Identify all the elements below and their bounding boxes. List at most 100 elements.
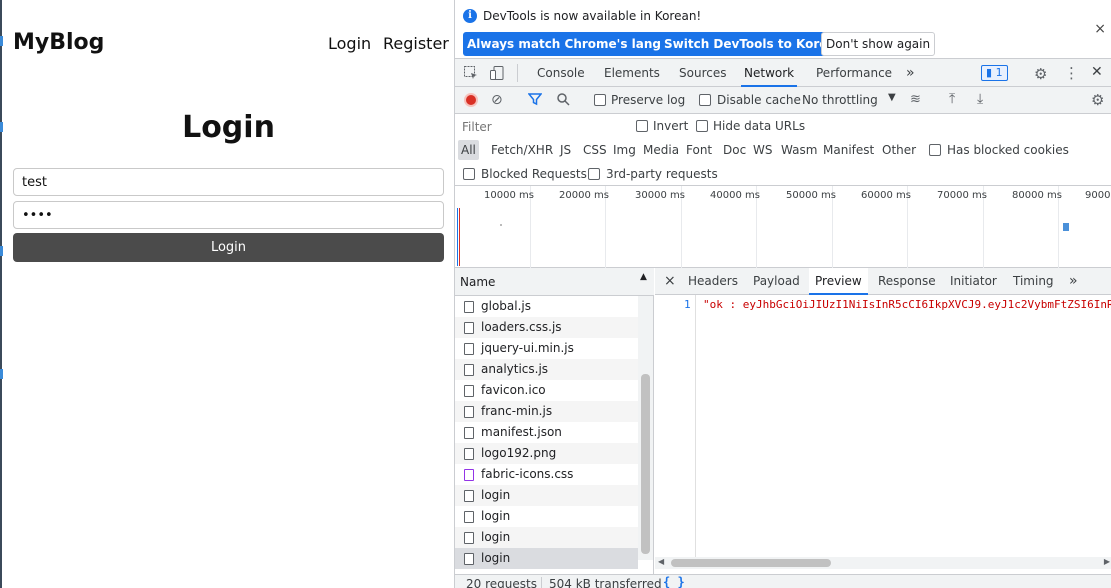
login-submit-button[interactable]: Login [13, 233, 444, 262]
network-settings-gear-icon[interactable]: ⚙ [1091, 91, 1104, 109]
file-icon [464, 553, 474, 565]
invert-checkbox[interactable] [636, 120, 648, 132]
message-icon: ▮ [986, 66, 993, 79]
list-item[interactable]: manifest.json [455, 422, 638, 443]
list-item[interactable]: login [455, 506, 638, 527]
list-item[interactable]: jquery-ui.min.js [455, 338, 638, 359]
tab-network[interactable]: Network [741, 59, 798, 87]
type-filter-wasm[interactable]: Wasm [778, 140, 820, 160]
device-toolbar-icon[interactable] [489, 65, 505, 85]
tab-payload[interactable]: Payload [753, 268, 800, 295]
filter-input[interactable] [459, 117, 621, 137]
list-item[interactable]: global.js [455, 296, 638, 317]
type-filter-ws[interactable]: WS [750, 140, 775, 160]
type-filter-font[interactable]: Font [683, 140, 715, 160]
clear-icon[interactable]: ⊘ [491, 92, 503, 108]
third-party-checkbox[interactable] [588, 168, 600, 180]
switch-to-korean-button[interactable]: Switch DevTools to Korean [660, 32, 849, 56]
tab-console[interactable]: Console [535, 59, 587, 87]
list-item[interactable]: favicon.ico [455, 380, 638, 401]
has-blocked-cookies-checkbox[interactable] [929, 144, 941, 156]
disable-cache-checkbox[interactable] [699, 94, 711, 106]
file-icon [464, 322, 474, 334]
network-timeline[interactable]: 10000 ms 20000 ms 30000 ms 40000 ms 5000… [455, 186, 1111, 268]
chevron-down-icon[interactable]: ▼ [888, 92, 896, 103]
type-filter-img[interactable]: Img [610, 140, 639, 160]
close-detail-icon[interactable]: × [664, 268, 676, 295]
list-item[interactable]: fabric-icons.css [455, 464, 638, 485]
nav-login-link[interactable]: Login [328, 34, 371, 53]
inspect-element-icon[interactable] [463, 65, 479, 85]
scrollbar-thumb[interactable] [641, 374, 650, 554]
pretty-print-icon[interactable]: { } [663, 575, 685, 588]
type-filter-other[interactable]: Other [879, 140, 919, 160]
sort-arrow-icon: ▲ [640, 272, 647, 282]
blocked-requests-label: Blocked Requests [481, 167, 587, 181]
tab-performance[interactable]: Performance [814, 59, 894, 87]
nav-register-link[interactable]: Register [383, 34, 449, 53]
list-item[interactable]: loaders.css.js [455, 317, 638, 338]
list-item[interactable]: franc-min.js [455, 401, 638, 422]
export-har-icon[interactable]: ⤓ [977, 91, 983, 107]
kebab-menu-icon[interactable]: ⋮ [1064, 64, 1079, 82]
horizontal-scrollbar[interactable]: ◀ ▶ [655, 557, 1111, 569]
invert-label: Invert [653, 119, 689, 133]
filter-funnel-icon[interactable] [527, 92, 543, 110]
has-blocked-cookies-label: Has blocked cookies [947, 143, 1069, 157]
hide-data-urls-label: Hide data URLs [713, 119, 806, 133]
tab-sources[interactable]: Sources [677, 59, 728, 87]
list-item[interactable]: analytics.js [455, 359, 638, 380]
scroll-left-icon[interactable]: ◀ [658, 557, 664, 566]
preserve-log-checkbox[interactable] [594, 94, 606, 106]
site-brand[interactable]: MyBlog [13, 30, 104, 55]
type-filter-css[interactable]: CSS [580, 140, 610, 160]
network-toolbar: ⊘ Preserve log Disable cache No throttli… [455, 87, 1111, 114]
type-filter-doc[interactable]: Doc [720, 140, 749, 160]
tab-initiator[interactable]: Initiator [950, 268, 997, 295]
dont-show-again-button[interactable]: Don't show again [821, 32, 936, 56]
more-detail-tabs-icon[interactable]: » [1069, 268, 1078, 295]
import-har-icon[interactable]: ⤒ [949, 91, 955, 107]
password-field[interactable] [13, 201, 444, 229]
request-list: Name ▲ global.js loaders.css.js jquery-u… [455, 268, 654, 588]
tab-response[interactable]: Response [878, 268, 936, 295]
window-edge-marker [0, 246, 3, 256]
request-list-scrollbar[interactable] [638, 296, 653, 560]
issues-badge[interactable]: ▮ 1 [981, 65, 1008, 81]
type-filter-fetch-xhr[interactable]: Fetch/XHR [488, 140, 556, 160]
file-icon [464, 490, 474, 502]
list-item-selected[interactable]: login [455, 548, 638, 569]
username-field[interactable] [13, 168, 444, 196]
more-tabs-icon[interactable]: » [904, 59, 917, 87]
toolbar-divider [517, 64, 518, 82]
type-filter-js[interactable]: JS [557, 140, 574, 160]
stylesheet-file-icon [464, 469, 474, 481]
type-filter-manifest[interactable]: Manifest [820, 140, 877, 160]
tab-timing[interactable]: Timing [1013, 268, 1054, 295]
list-item[interactable]: logo192.png [455, 443, 638, 464]
list-item[interactable]: login [455, 485, 638, 506]
network-conditions-icon[interactable]: ≋ [910, 92, 921, 107]
tab-headers[interactable]: Headers [688, 268, 738, 295]
disable-cache-label: Disable cache [717, 93, 801, 107]
blocked-requests-checkbox[interactable] [463, 168, 475, 180]
list-item[interactable]: login [455, 527, 638, 548]
search-icon[interactable] [556, 92, 570, 110]
tab-elements[interactable]: Elements [602, 59, 662, 87]
scroll-right-icon[interactable]: ▶ [1104, 557, 1110, 566]
close-devtools-icon[interactable]: ✕ [1091, 64, 1103, 80]
timeline-tick-label: 80000 ms [1012, 190, 1062, 201]
settings-gear-icon[interactable]: ⚙ [1034, 65, 1047, 83]
hide-data-urls-checkbox[interactable] [696, 120, 708, 132]
name-column-header[interactable]: Name [460, 275, 495, 289]
type-filter-media[interactable]: Media [640, 140, 682, 160]
banner-close-icon[interactable]: × [1094, 21, 1106, 37]
file-icon [464, 448, 474, 460]
type-filter-all[interactable]: All [458, 140, 479, 160]
scrollbar-thumb[interactable] [671, 559, 831, 567]
tab-preview[interactable]: Preview [809, 268, 868, 295]
throttling-select[interactable]: No throttling [802, 93, 878, 107]
timeline-tick-label: 40000 ms [710, 190, 760, 201]
record-icon[interactable] [464, 93, 478, 107]
preview-content[interactable]: "ok : eyJhbGciOiJIUzI1NiIsInR5cCI6IkpXVC… [703, 298, 1111, 311]
